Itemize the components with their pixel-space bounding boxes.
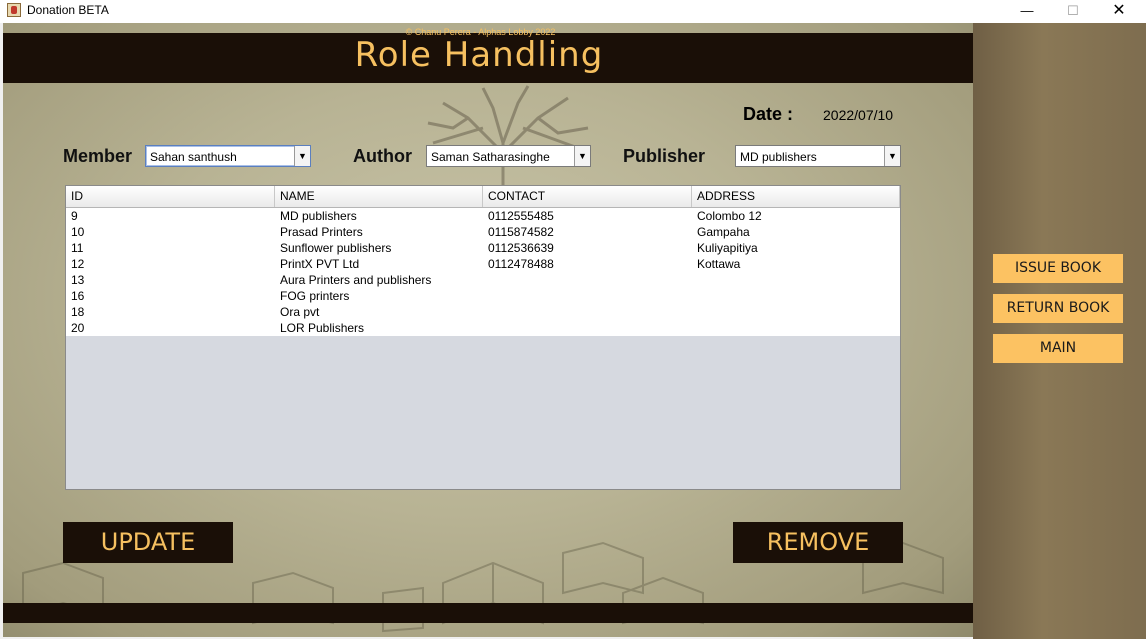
- cell-name: Ora pvt: [280, 305, 320, 319]
- member-select[interactable]: Sahan santhush ▼: [145, 145, 311, 167]
- column-header-contact[interactable]: CONTACT: [483, 186, 692, 207]
- chevron-down-icon[interactable]: ▼: [574, 146, 590, 166]
- cell-id: 9: [71, 209, 78, 223]
- table-row[interactable]: 16 FOG printers: [66, 288, 900, 304]
- cell-name: MD publishers: [280, 209, 357, 223]
- member-select-value: Sahan santhush: [150, 150, 237, 164]
- chevron-down-icon[interactable]: ▼: [884, 146, 900, 166]
- window-titlebar: Donation BETA — ☐ ✕: [0, 0, 1146, 23]
- column-header-address[interactable]: ADDRESS: [692, 186, 900, 207]
- page-title: Role Handling: [354, 35, 604, 75]
- maximize-button[interactable]: ☐: [1050, 0, 1096, 23]
- table-row[interactable]: 13 Aura Printers and publishers: [66, 272, 900, 288]
- column-header-id[interactable]: ID: [66, 186, 275, 207]
- cell-name: FOG printers: [280, 289, 350, 303]
- table-row[interactable]: 11 Sunflower publishers 0112536639 Kuliy…: [66, 240, 900, 256]
- author-select-value: Saman Satharasinghe: [431, 150, 550, 164]
- cell-name: LOR Publishers: [280, 321, 365, 335]
- author-label: Author: [353, 146, 412, 166]
- cell-address: Colombo 12: [697, 209, 762, 223]
- publisher-select[interactable]: MD publishers ▼: [735, 145, 901, 167]
- cell-id: 10: [71, 225, 85, 239]
- cell-id: 12: [71, 257, 85, 271]
- minimize-button[interactable]: —: [1004, 0, 1050, 23]
- author-select[interactable]: Saman Satharasinghe ▼: [426, 145, 591, 167]
- column-header-name[interactable]: NAME: [275, 186, 483, 207]
- footer-bar: [3, 603, 973, 623]
- cell-address: Gampaha: [697, 225, 750, 239]
- cell-contact: 0115874582: [488, 225, 554, 239]
- cell-id: 11: [71, 241, 84, 255]
- chevron-down-icon[interactable]: ▼: [294, 146, 310, 166]
- cell-id: 16: [71, 289, 85, 303]
- window-title: Donation BETA: [27, 3, 109, 17]
- date-value: 2022/07/10: [823, 107, 894, 123]
- cell-name: Prasad Printers: [280, 225, 363, 239]
- table-body: 9 MD publishers 0112555485 Colombo 12 10…: [66, 208, 900, 336]
- update-button[interactable]: UPDATE: [63, 522, 233, 563]
- table-row[interactable]: 10 Prasad Printers 0115874582 Gampaha: [66, 224, 900, 240]
- table-row[interactable]: 12 PrintX PVT Ltd 0112478488 Kottawa: [66, 256, 900, 272]
- return-book-button[interactable]: RETURN BOOK: [993, 294, 1123, 323]
- cell-name: PrintX PVT Ltd: [280, 257, 360, 271]
- cell-id: 13: [71, 273, 85, 287]
- java-app-icon: [7, 3, 21, 17]
- footer-copyright: © Chanu Perera - Alphas Lobby 2022: [405, 27, 556, 37]
- cell-contact: 0112536639: [488, 241, 554, 255]
- table-row[interactable]: 20 LOR Publishers: [66, 320, 900, 336]
- cell-address: Kottawa: [697, 257, 741, 271]
- cell-id: 20: [71, 321, 85, 335]
- publisher-label: Publisher: [623, 146, 706, 166]
- remove-button[interactable]: REMOVE: [733, 522, 903, 563]
- date-label: Date :: [743, 104, 794, 124]
- cell-contact: 0112478488: [488, 257, 554, 271]
- table-row[interactable]: 18 Ora pvt: [66, 304, 900, 320]
- member-label: Member: [63, 146, 133, 166]
- table-row[interactable]: 9 MD publishers 0112555485 Colombo 12: [66, 208, 900, 224]
- cell-name: Sunflower publishers: [280, 241, 392, 255]
- cell-name: Aura Printers and publishers: [280, 273, 432, 287]
- cell-contact: 0112555485: [488, 209, 554, 223]
- main-panel: Role Handling Date : 2022/07/10 Member S…: [3, 23, 973, 637]
- cell-address: Kuliyapitiya: [697, 241, 758, 255]
- side-panel: ISSUE BOOK RETURN BOOK MAIN: [973, 23, 1146, 639]
- issue-book-button[interactable]: ISSUE BOOK: [993, 254, 1123, 283]
- cell-id: 18: [71, 305, 85, 319]
- close-button[interactable]: ✕: [1096, 0, 1142, 23]
- publisher-select-value: MD publishers: [740, 150, 817, 164]
- main-button[interactable]: MAIN: [993, 334, 1123, 363]
- publisher-table[interactable]: ID NAME CONTACT ADDRESS 9 MD publishers …: [65, 185, 901, 490]
- table-header: ID NAME CONTACT ADDRESS: [66, 186, 900, 208]
